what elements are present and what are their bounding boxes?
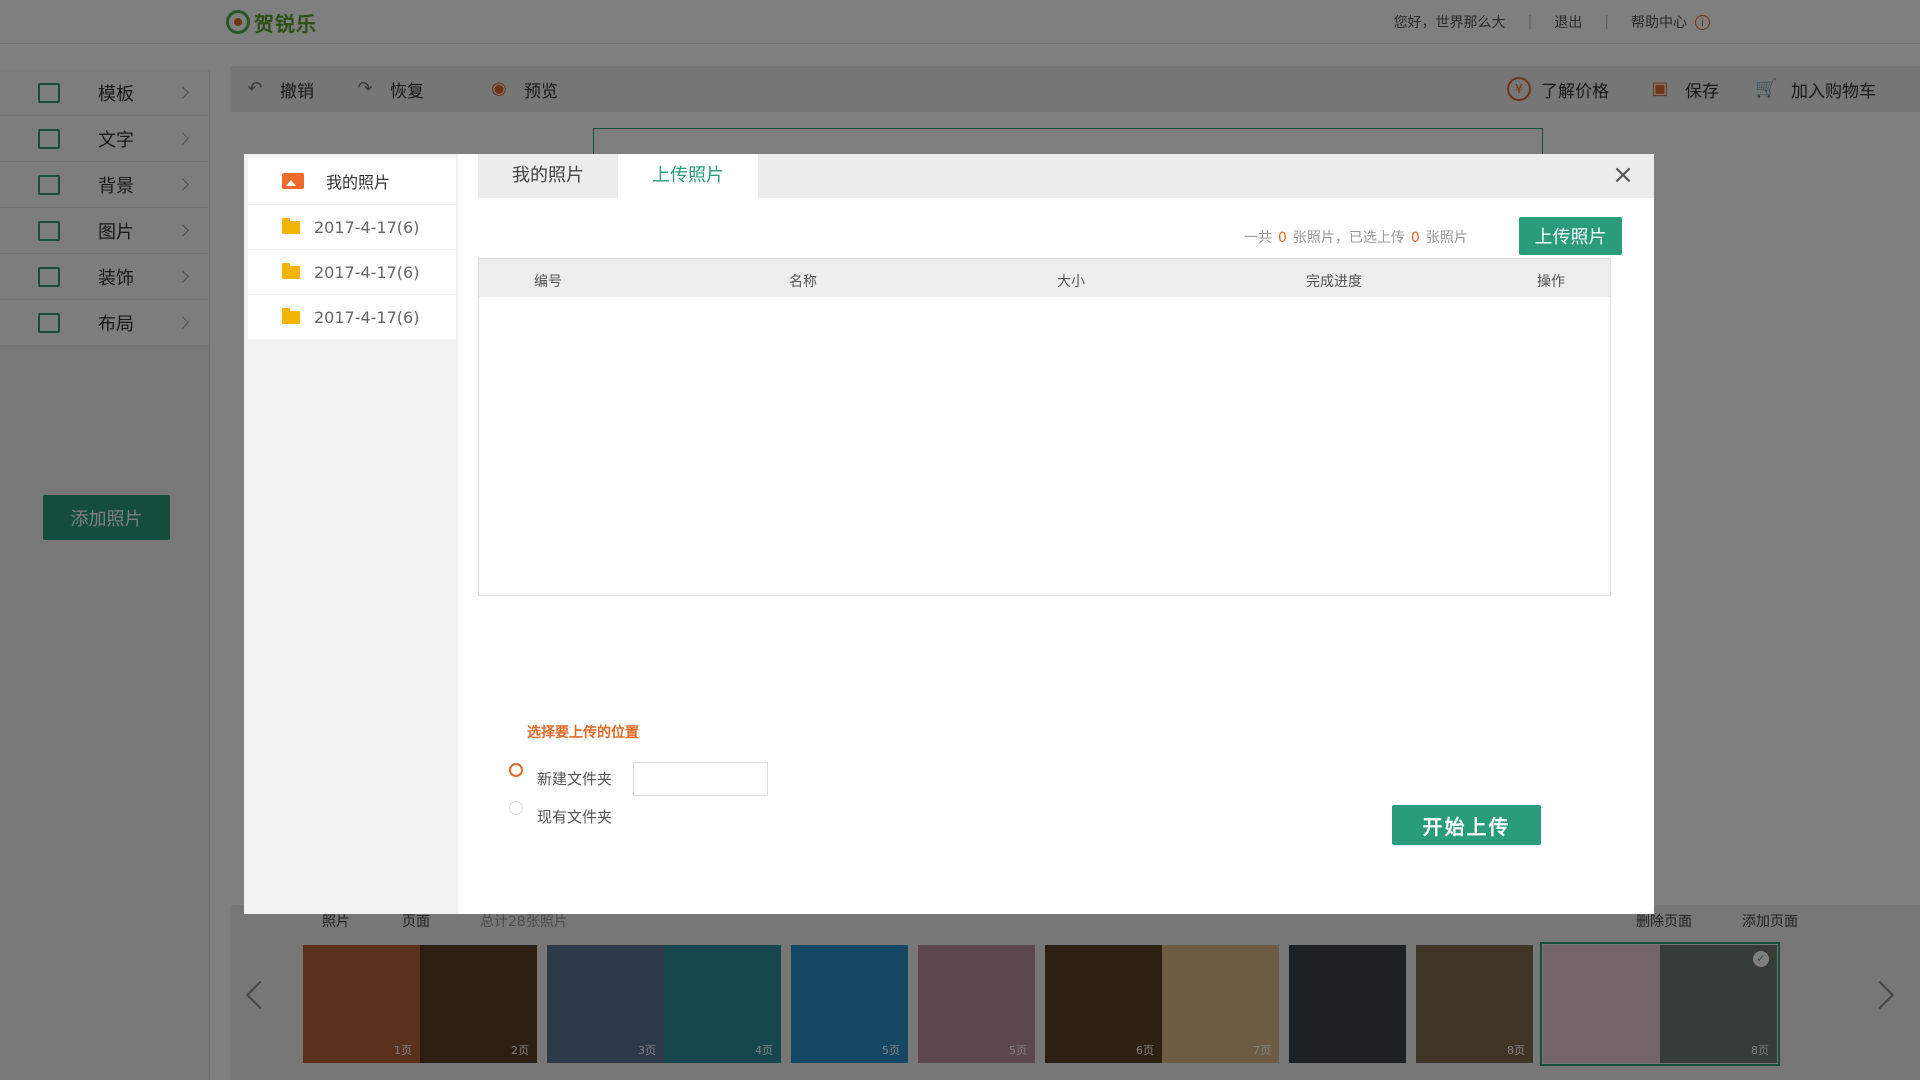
existing-folder-radio[interactable] — [509, 801, 523, 815]
tab-upload-photos[interactable]: 上传照片 — [618, 154, 758, 198]
location-title: 选择要上传的位置 — [527, 725, 639, 741]
start-upload-button[interactable]: 开始上传 — [1392, 805, 1541, 845]
my-photos-title: 我的照片 — [326, 173, 391, 192]
count-mid: 张照片，已选上传 — [1292, 230, 1405, 246]
folder-icon — [282, 262, 300, 279]
folder-item[interactable]: 2017-4-17(6) — [248, 205, 456, 249]
upload-table: 编号 名称 大小 完成进度 操作 — [478, 258, 1611, 596]
folder-item[interactable]: 2017-4-17(6) — [248, 295, 456, 339]
upload-photos-button[interactable]: 上传照片 — [1519, 217, 1622, 255]
column-header: 完成进度 — [1306, 274, 1362, 290]
my-photos-header[interactable]: 我的照片 — [248, 158, 456, 204]
tab-my-photos[interactable]: 我的照片 — [478, 154, 618, 198]
album-sidebar: 我的照片 2017-4-17(6) 2017-4-17(6) 2017-4-17… — [244, 154, 458, 914]
folder-name: 2017-4-17(6) — [314, 217, 420, 237]
folder-item[interactable]: 2017-4-17(6) — [248, 250, 456, 294]
upload-dialog: 我的照片 2017-4-17(6) 2017-4-17(6) 2017-4-17… — [244, 154, 1654, 914]
new-folder-label: 新建文件夹 — [537, 770, 613, 788]
photos-icon — [282, 173, 304, 189]
folder-name: 2017-4-17(6) — [314, 307, 420, 327]
existing-folder-label: 现有文件夹 — [537, 808, 613, 826]
upload-count: 一共 0 张照片，已选上传 0 张照片 — [1244, 227, 1468, 247]
count-total: 0 — [1278, 230, 1287, 246]
dialog-tabs: 我的照片 上传照片 × — [478, 154, 1654, 198]
table-header: 编号 名称 大小 完成进度 操作 — [479, 259, 1610, 297]
count-selected: 0 — [1410, 230, 1420, 246]
folder-icon — [282, 217, 300, 234]
count-prefix: 一共 — [1244, 230, 1272, 246]
new-folder-radio[interactable] — [509, 763, 523, 777]
close-icon[interactable]: × — [1610, 162, 1636, 188]
folder-icon — [282, 307, 300, 324]
folder-name: 2017-4-17(6) — [314, 262, 420, 282]
column-header: 大小 — [1057, 274, 1085, 290]
column-header: 编号 — [534, 274, 562, 290]
column-header: 名称 — [789, 274, 817, 290]
new-folder-input[interactable] — [633, 762, 768, 796]
column-header: 操作 — [1537, 274, 1565, 290]
count-suffix: 张照片 — [1425, 230, 1468, 246]
